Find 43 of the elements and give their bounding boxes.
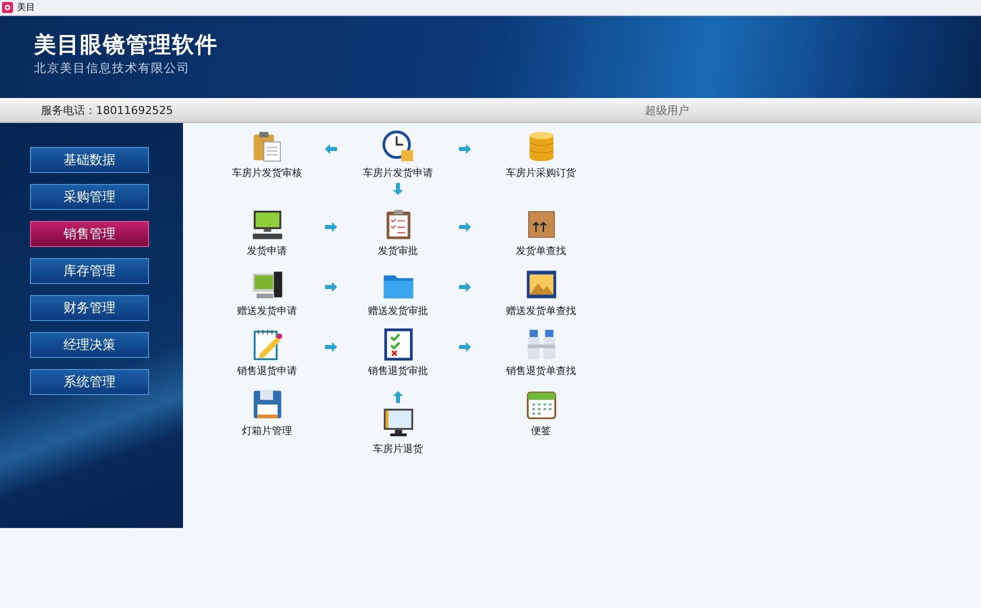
function-tile[interactable]: 赠送发货申请 [237,268,297,318]
menu-button[interactable]: 系统管理 [30,369,149,395]
menu-button[interactable]: 财务管理 [30,295,149,321]
function-tile[interactable]: 销售退货审批 [368,328,428,378]
function-tile[interactable]: 车房片退货 [373,406,423,456]
function-tile[interactable]: 发货申请 [247,208,287,258]
function-tile[interactable]: 车房片发货申请 [363,130,433,180]
menu-button[interactable]: 采购管理 [30,184,149,210]
function-tile[interactable]: 发货单查找 [516,208,566,258]
function-tile[interactable]: 赠送发货单查找 [506,268,576,318]
window-title: 美目 [17,2,35,14]
function-tile[interactable]: 车房片采购订货 [506,130,576,180]
arrow-icon [324,142,338,156]
arrow-icon [458,220,472,234]
company-name: 北京美目信息技术有限公司 [34,60,191,76]
arrow-icon [458,280,472,294]
function-tile[interactable]: 灯箱片管理 [242,388,292,438]
menu-button[interactable]: 经理决策 [30,332,149,358]
function-tile[interactable]: 销售退货申请 [237,328,297,378]
function-tile[interactable]: 销售退货单查找 [506,328,576,378]
function-tile[interactable]: 赠送发货审批 [368,268,428,318]
menu-button[interactable]: 销售管理 [30,221,149,247]
arrow-icon [324,220,338,234]
arrow-icon [324,340,338,354]
user-role: 超级用户 [645,102,689,118]
function-tile[interactable]: 车房片发货审核 [232,130,302,180]
arrow-icon [324,280,338,294]
monitor-icon [250,208,284,241]
arrow-icon [391,390,405,404]
clock-icon [382,130,414,163]
function-tile[interactable]: 发货审批 [378,208,418,258]
app-logo-icon [2,2,13,13]
service-phone: 服务电话：18011692525 [41,102,174,118]
function-tile[interactable]: 便签 [524,388,558,438]
checklist-icon [382,328,414,361]
arrow-icon [458,142,472,156]
picture-icon [524,268,558,301]
menu-button[interactable]: 基础数据 [30,147,149,173]
display-icon [382,406,414,439]
arrow-icon [458,340,472,354]
menu-button[interactable]: 库存管理 [30,258,149,284]
arrow-icon [391,182,405,196]
app-title: 美目眼镜管理软件 [34,32,218,60]
